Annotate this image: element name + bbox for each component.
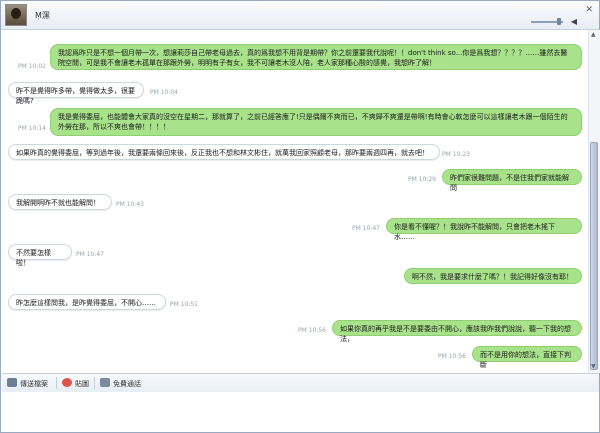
scrollbar[interactable]: ▲ ▼ [588,30,600,373]
message-bubble-incoming: 如果昨真的覺得委屈，等到過年後，我還要兩條回來後，反正我也不想和林文彬住，就萬我… [8,144,440,160]
message-bubble-incoming: 昨不是覺得昨多帶，覺得做太多，很要跪嗎? [8,82,144,105]
message-bubble-outgoing: 我認爲昨只是不想一個月帶一次，想讓莉莎自己帶老母過去，真的爲我想不用背是期帶？你… [50,44,582,70]
chat-window: Ṃ潶 ✕ ◀ 我認爲昨只是不想一個月帶一次，想讓莉莎自己帶老母過去，真的爲我想不… [0,0,600,433]
scroll-down-icon[interactable]: ▼ [591,363,596,370]
message-text: 昨們家很難問題，不是住我們家就能解問 [450,174,569,192]
phone-icon [100,378,110,387]
avatar[interactable] [5,4,27,26]
message-bubble-incoming: 不然要怎樣啦！ [8,244,72,267]
message-list: 我認爲昨只是不想一個月帶一次，想讓莉莎自己帶老母過去，真的爲我想不用背是期帶？你… [2,30,588,373]
message-bubble-outgoing: 啊不然，我是要求什麼了嗎？！我記得好像沒有耶！ [404,268,582,284]
message-bubble-outgoing: 你是看不懂喔？！我說昨不能解問，只會把老木搖下水…… [386,218,582,241]
message-timestamp: PM 10:02 [18,63,46,70]
sticker-button[interactable]: 貼圖 [62,378,89,389]
scrollbar-thumb[interactable] [590,142,598,370]
close-icon[interactable]: ✕ [585,5,593,15]
message-input[interactable] [2,392,599,432]
message-text: 我解開啊昨不就也能解問！ [16,199,100,207]
message-text: 而不是用你的想法，直接下判斷 [480,351,571,369]
message-bubble-outgoing: 昨們家很難問題，不是住我們家就能解問 [442,169,582,192]
message-timestamp: PM 10:29 [408,176,436,183]
sticker-icon [62,378,72,387]
message-bubble-outgoing: 我是覺得委屈，也能體會大家真的沒空在星期二，那就算了，之前已經答應了!只是偶爾不… [50,108,582,136]
message-text: 我認爲昨只是不想一個月帶一次，想讓莉莎自己帶老母過去，真的爲我想不用背是期帶？你… [58,49,568,67]
message-bubble-incoming: 我解開啊昨不就也能解問！ [8,194,112,210]
message-timestamp: PM 10:56 [298,327,326,334]
message-timestamp: PM 10:04 [150,89,178,96]
message-text: 昨不是覺得昨多帶，覺得做太多，很要跪嗎? [16,87,135,105]
divider [56,377,57,389]
message-text: 我是覺得委屈，也能體會大家真的沒空在星期二，那就算了，之前已經答應了!只是偶爾不… [58,113,568,131]
contact-name: Ṃ潶 [35,11,50,20]
message-timestamp: PM 10:23 [442,151,470,158]
message-text: 如果昨真的覺得委屈，等到過年後，我還要兩條回來後，反正我也不想和林文彬住，就萬我… [16,149,429,157]
sticker-label: 貼圖 [75,380,89,388]
message-text: 昨怎麼這樣問我，是昨覺得委屈，不開心…… [16,299,156,307]
send-file-label: 傳送檔案 [20,380,48,388]
message-bubble-outgoing: 而不是用你的想法，直接下判斷 [472,346,582,369]
speaker-icon[interactable]: ◀ [571,17,577,26]
message-text: 如果你真的再乎我是不是要委由不開心，應該我昨我們說說，聽一下我的想法， [340,325,571,343]
scroll-up-icon[interactable]: ▲ [591,31,596,38]
message-timestamp: PM 10:47 [352,225,380,232]
send-file-button[interactable]: 傳送檔案 [7,378,48,389]
message-text: 不然要怎樣啦！ [16,249,51,267]
message-timestamp: PM 10:14 [18,125,46,132]
message-timestamp: PM 10:47 [76,251,104,258]
divider [94,377,95,389]
title-bar: Ṃ潶 ✕ ◀ [1,1,599,30]
free-call-button[interactable]: 免費通話 [100,378,141,389]
free-call-label: 免費通話 [113,380,141,388]
file-icon [7,378,17,387]
chat-toolbar: 傳送檔案 貼圖 免費通話 [2,373,599,393]
message-text: 你是看不懂喔？！我說昨不能解問，只會把老木搖下水…… [394,223,555,241]
message-text: 啊不然，我是要求什麼了嗎？！我記得好像沒有耶！ [412,273,573,281]
message-timestamp: PM 10:43 [116,201,144,208]
message-bubble-incoming: 昨怎麼這樣問我，是昨覺得委屈，不開心…… [8,294,166,310]
message-bubble-outgoing: 如果你真的再乎我是不是要委由不開心，應該我昨我們說說，聽一下我的想法， [332,320,582,343]
message-timestamp: PM 10:56 [438,353,466,360]
volume-slider-handle[interactable] [557,18,561,25]
message-timestamp: PM 10:51 [170,301,198,308]
